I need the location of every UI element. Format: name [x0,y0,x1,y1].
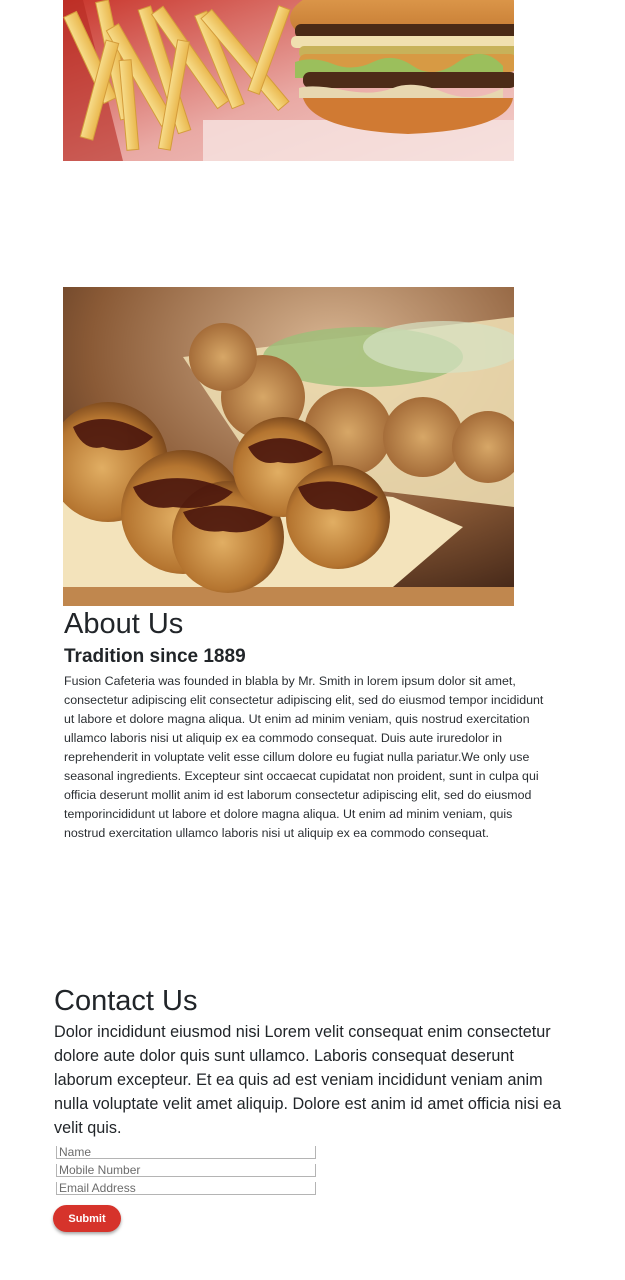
mobile-number-input[interactable] [56,1164,316,1177]
about-body: Fusion Cafeteria was founded in blabla b… [64,674,544,840]
contact-section: Contact Us Dolor incididunt eiusmod nisi… [53,982,569,1232]
email-address-input[interactable] [56,1182,316,1195]
name-input[interactable] [56,1146,316,1159]
submit-button[interactable]: Submit [53,1205,121,1232]
contact-form: Submit [53,1146,318,1232]
page: About Us Tradition since 1889 Fusion Caf… [0,0,625,1280]
about-subtitle: Tradition since 1889 [64,646,246,667]
contact-title: Contact Us [54,985,198,1017]
takoyaki-image [63,287,514,606]
burger-fries-image [63,0,514,161]
contact-body: Dolor incididunt eiusmod nisi Lorem veli… [54,1023,562,1137]
about-title: About Us [64,608,184,640]
about-section: About Us Tradition since 1889 Fusion Caf… [64,604,554,843]
